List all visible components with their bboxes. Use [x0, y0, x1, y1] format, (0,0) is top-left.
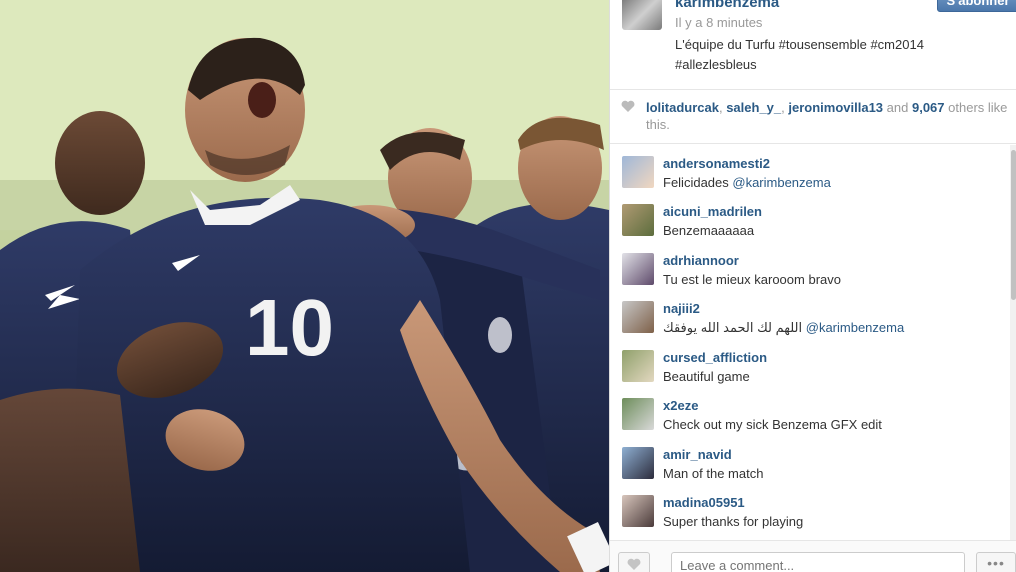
comment-text: Beautiful game	[663, 369, 750, 384]
commenter-avatar[interactable]	[622, 495, 654, 527]
commenter-avatar[interactable]	[622, 301, 654, 333]
player-head-left	[55, 111, 145, 215]
commenter-username[interactable]: adrhiannoor	[663, 253, 739, 268]
liker-username[interactable]: saleh_y_	[726, 100, 781, 115]
like-button[interactable]	[618, 552, 650, 572]
commenter-username[interactable]: najiii2	[663, 301, 700, 316]
likes-text: lolitadurcak, saleh_y_, jeronimovilla13 …	[646, 100, 1008, 132]
post-timestamp[interactable]: Il y a 8 minutes	[675, 15, 762, 30]
heart-icon	[627, 558, 641, 570]
comment-mention[interactable]: @karimbenzema	[732, 175, 830, 190]
comment-item: andersonamesti2 Felicidades @karimbenzem…	[610, 145, 1010, 193]
comment-item: adrhiannoor Tu est le mieux karooom brav…	[610, 242, 1010, 290]
likes-count[interactable]: 9,067	[912, 100, 945, 115]
commenter-username[interactable]: x2eze	[663, 398, 698, 413]
commenter-avatar[interactable]	[622, 447, 654, 479]
comment-item: aicuni_madrilen Benzemaaaaaa	[610, 193, 1010, 241]
caption-line: #allezlesbleus	[675, 57, 757, 72]
comment-text: Man of the match	[663, 466, 764, 481]
comment-text: Check out my sick Benzema GFX edit	[663, 417, 882, 432]
commenter-username[interactable]: cursed_affliction	[663, 350, 767, 365]
commenter-avatar[interactable]	[622, 156, 654, 188]
commenter-avatar[interactable]	[622, 253, 654, 285]
post-header: karimbenzema S'abonner Il y a 8 minutes …	[610, 0, 1016, 90]
comment-text: اللهم لك الحمد الله يوفقك @karimbenzema	[663, 320, 905, 335]
commenter-username[interactable]: aicuni_madrilen	[663, 204, 762, 219]
jersey-number: 10	[245, 283, 334, 372]
author-username[interactable]: karimbenzema	[675, 0, 779, 11]
more-options-button[interactable]: •••	[976, 552, 1016, 572]
commenter-avatar[interactable]	[622, 350, 654, 382]
scrollbar-thumb[interactable]	[1011, 150, 1016, 300]
likes-summary: lolitadurcak, saleh_y_, jeronimovilla13 …	[610, 90, 1016, 144]
comment-input[interactable]	[671, 552, 965, 572]
photo-illustration: 8 10	[0, 0, 609, 572]
commenter-avatar[interactable]	[622, 204, 654, 236]
commenter-username[interactable]: amir_navid	[663, 447, 732, 462]
commenter-avatar[interactable]	[622, 398, 654, 430]
post-photo[interactable]: 8 10	[0, 0, 609, 572]
comment-item: cursed_affliction Beautiful game	[610, 339, 1010, 387]
comment-item: madina05951 Super thanks for playing	[610, 484, 1010, 532]
caption-line: L'équipe du Turfu #tousensemble #cm2014	[675, 37, 924, 52]
comments-list: andersonamesti2 Felicidades @karimbenzem…	[610, 145, 1010, 540]
commenter-username[interactable]: andersonamesti2	[663, 156, 770, 171]
post-caption: L'équipe du Turfu #tousensemble #cm2014 …	[675, 35, 995, 75]
comment-item: najiii2 اللهم لك الحمد الله يوفقك @karim…	[610, 290, 1010, 338]
liker-username[interactable]: lolitadurcak	[646, 100, 719, 115]
post-sidebar: karimbenzema S'abonner Il y a 8 minutes …	[609, 0, 1016, 572]
comment-item: amir_navid Man of the match	[610, 436, 1010, 484]
comment-text: Benzemaaaaaa	[663, 223, 755, 238]
comment-text: Felicidades @karimbenzema	[663, 175, 831, 190]
comments-scrollbar[interactable]	[1010, 145, 1016, 540]
heart-icon	[621, 100, 635, 112]
likes-and: and	[886, 100, 909, 115]
author-avatar[interactable]	[622, 0, 662, 30]
comment-mention[interactable]: @karimbenzema	[806, 320, 904, 335]
comment-item: x2eze Check out my sick Benzema GFX edit	[610, 387, 1010, 435]
comment-footer: •••	[610, 540, 1016, 572]
liker-username[interactable]: jeronimovilla13	[788, 100, 883, 115]
commenter-username[interactable]: madina05951	[663, 495, 745, 510]
comment-text: Super thanks for playing	[663, 514, 804, 529]
comment-text: Tu est le mieux karooom bravo	[663, 272, 841, 287]
follow-button[interactable]: S'abonner	[937, 0, 1016, 12]
